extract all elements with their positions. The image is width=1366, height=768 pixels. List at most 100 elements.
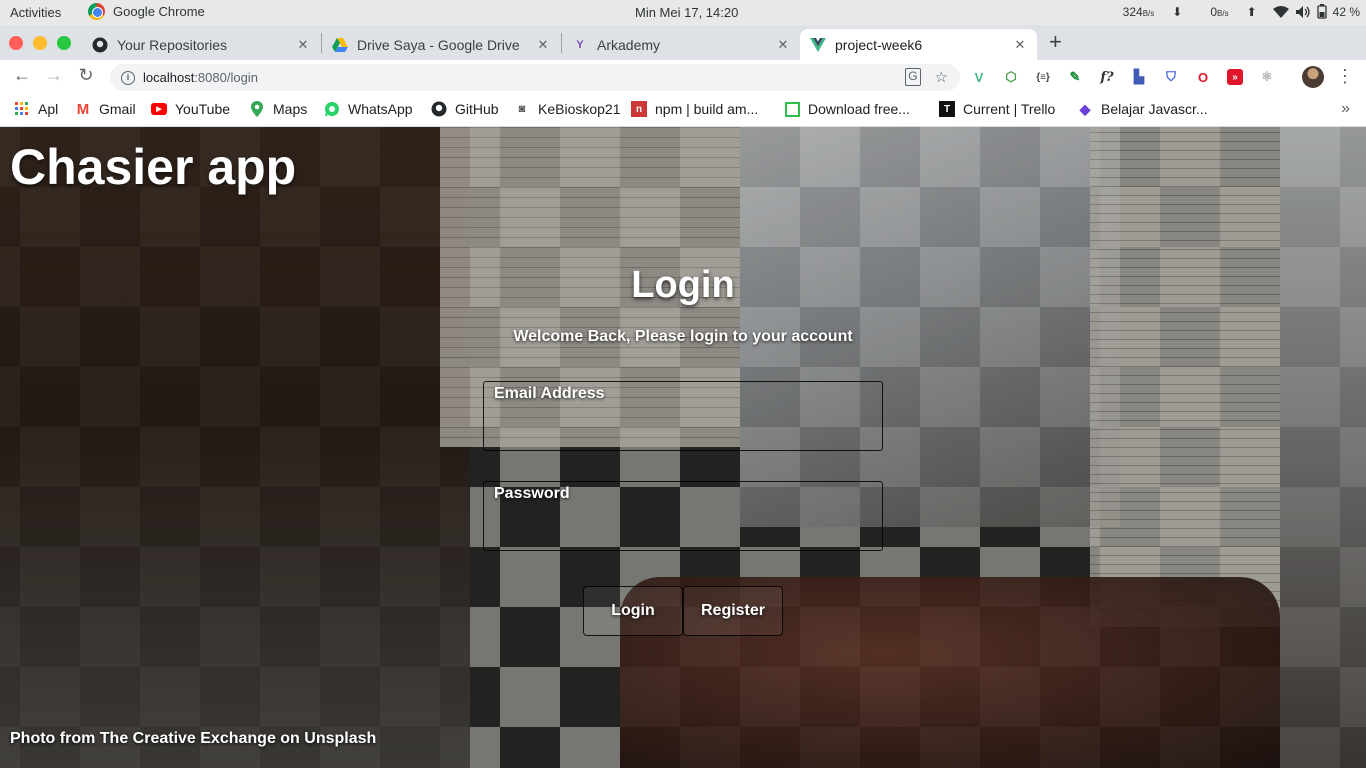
kebioskop-icon: ◙: [518, 103, 526, 115]
media-skip-icon[interactable]: »: [1227, 69, 1243, 85]
translate-icon[interactable]: G: [905, 68, 921, 86]
tab-title: Drive Saya - Google Drive: [357, 36, 520, 53]
bookmark-apl[interactable]: Apl: [14, 101, 58, 117]
email-input[interactable]: [484, 406, 882, 450]
bookmarks-overflow-icon[interactable]: »: [1341, 100, 1350, 118]
app-title: Chasier app: [10, 139, 297, 195]
clock[interactable]: Min Mei 17, 14:20: [635, 5, 738, 20]
tab-title: project-week6: [835, 36, 923, 53]
app-menu[interactable]: Google Chrome: [88, 3, 205, 20]
bookmark-label: Gmail: [99, 101, 136, 117]
bookmark-label: WhatsApp: [348, 101, 413, 117]
tab-arkademy[interactable]: Y Arkademy ✕: [562, 29, 800, 60]
google-drive-icon: [332, 37, 348, 53]
tab-close-icon[interactable]: ✕: [1011, 37, 1029, 53]
code-icon: ◆: [1079, 100, 1091, 117]
github-icon: [431, 101, 447, 117]
login-page: Chasier app Login Welcome Back, Please l…: [0, 127, 1366, 768]
bookmark-trello[interactable]: T Current | Trello: [939, 101, 1055, 117]
wifi-icon: [1272, 5, 1289, 18]
window-maximize-button[interactable]: [57, 36, 71, 50]
register-button[interactable]: Register: [683, 586, 783, 636]
eyedropper-icon[interactable]: ✎: [1064, 67, 1086, 87]
tab-close-icon[interactable]: ✕: [294, 37, 312, 53]
bookmark-gmail[interactable]: M Gmail: [75, 100, 136, 118]
vue-devtools-icon[interactable]: V: [968, 67, 990, 87]
chrome-logo-icon: [88, 3, 105, 20]
browser-toolbar: ← → ↻ i localhost:8080/login G ☆ V ⬡ {≡}…: [0, 60, 1366, 94]
youtube-icon: ▶: [151, 103, 167, 115]
welcome-message: Welcome Back, Please login to your accou…: [513, 328, 853, 345]
window-close-button[interactable]: [9, 36, 23, 50]
arkademy-icon: Y: [576, 38, 584, 51]
bookmark-label: npm | build am...: [655, 101, 759, 117]
password-input[interactable]: [484, 506, 882, 550]
bookmark-label: Apl: [38, 101, 59, 117]
email-label: Email Address: [494, 385, 605, 402]
tab-close-icon[interactable]: ✕: [774, 37, 792, 53]
font-finder-icon[interactable]: f?: [1096, 67, 1118, 87]
bookmark-kebioskop21[interactable]: ◙ KeBioskop21: [514, 101, 621, 117]
email-field: Email Address: [483, 381, 883, 451]
battery-icon: [1316, 4, 1327, 19]
download-icon: [785, 101, 800, 117]
bookmark-label: Belajar Javascr...: [1101, 101, 1208, 117]
new-tab-button[interactable]: +: [1049, 29, 1062, 55]
bookmark-label: GitHub: [455, 101, 499, 117]
password-label: Password: [494, 485, 570, 502]
bookmark-label: Download free...: [808, 101, 910, 117]
apps-grid-icon: [14, 101, 30, 117]
reload-button[interactable]: ↻: [74, 65, 98, 86]
forward-button[interactable]: →: [42, 65, 66, 86]
login-button[interactable]: Login: [583, 586, 683, 636]
download-speed: 324B/s: [1122, 4, 1155, 19]
window-minimize-button[interactable]: [33, 36, 47, 50]
bookmark-label: Maps: [273, 101, 308, 117]
whatsapp-icon: [324, 101, 340, 117]
bookmarks-bar: Apl M Gmail ▶ YouTube Maps WhatsApp GitH…: [0, 94, 1366, 127]
system-tray[interactable]: 324B/s ⬇ 0B/s ⬆ 42 %: [1123, 4, 1360, 19]
system-top-bar: Activities Google Chrome Min Mei 17, 14:…: [0, 0, 1366, 25]
volume-icon: [1295, 5, 1310, 18]
shield-icon[interactable]: ⛉: [1160, 67, 1182, 87]
bookmark-label: Current | Trello: [963, 101, 1056, 117]
tab-google-drive[interactable]: Drive Saya - Google Drive ✕: [322, 29, 560, 60]
chrome-menu-icon[interactable]: ⋮: [1336, 66, 1354, 87]
activities-button[interactable]: Activities: [10, 5, 61, 20]
profile-avatar[interactable]: [1302, 66, 1324, 88]
tab-close-icon[interactable]: ✕: [534, 37, 552, 53]
download-arrow-icon: ⬇: [1172, 4, 1183, 19]
back-button[interactable]: ←: [10, 65, 34, 86]
url-text[interactable]: localhost:8080/login: [143, 70, 258, 85]
stamp-icon[interactable]: ▙: [1128, 67, 1150, 87]
opera-icon[interactable]: O: [1192, 67, 1214, 87]
tab-project-week6[interactable]: project-week6 ✕: [800, 29, 1037, 60]
bookmark-download-free[interactable]: Download free...: [785, 101, 910, 117]
login-heading: Login: [631, 264, 735, 306]
tab-title: Arkademy: [597, 36, 661, 53]
tab-title: Your Repositories: [117, 36, 227, 53]
bookmark-npm[interactable]: n npm | build am...: [631, 101, 758, 117]
extensions-area: V ⬡ {≡} ✎ f? ▙ ⛉ O » ⚛: [968, 67, 1278, 87]
json-viewer-icon[interactable]: {≡}: [1032, 67, 1054, 87]
bookmark-whatsapp[interactable]: WhatsApp: [324, 101, 413, 117]
upload-speed: 0B/s: [1210, 4, 1229, 19]
gmail-icon: M: [76, 100, 90, 118]
bookmark-label: KeBioskop21: [538, 101, 621, 117]
address-bar[interactable]: i localhost:8080/login G ☆: [110, 64, 960, 91]
bookmark-github[interactable]: GitHub: [431, 101, 499, 117]
npm-icon: n: [631, 101, 647, 117]
tab-your-repositories[interactable]: Your Repositories ✕: [82, 29, 320, 60]
bookmark-youtube[interactable]: ▶ YouTube: [151, 101, 230, 117]
react-devtools-icon[interactable]: ⚛: [1256, 67, 1278, 87]
upload-arrow-icon: ⬆: [1246, 4, 1257, 19]
bookmark-label: YouTube: [175, 101, 231, 117]
password-field: Password: [483, 481, 883, 551]
trello-icon: T: [939, 101, 955, 117]
site-info-icon[interactable]: i: [121, 70, 135, 85]
bookmark-maps[interactable]: Maps: [249, 101, 307, 117]
node-icon[interactable]: ⬡: [1000, 67, 1022, 87]
bookmark-belajar-javascript[interactable]: ◆ Belajar Javascr...: [1077, 100, 1208, 118]
bookmark-star-icon[interactable]: ☆: [935, 68, 948, 86]
vue-icon: [810, 37, 826, 53]
